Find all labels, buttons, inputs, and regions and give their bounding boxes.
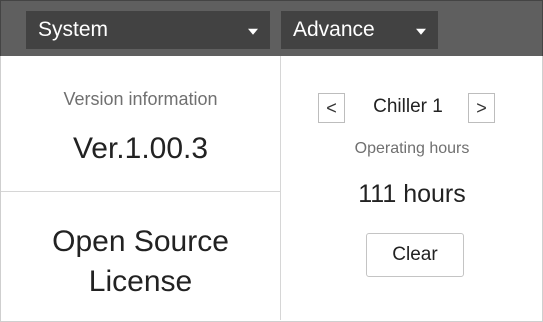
license-line-1: Open Source — [52, 225, 229, 258]
operating-hours-value: 111 hours — [358, 180, 466, 208]
caret-down-icon — [416, 28, 426, 35]
version-section: Version information Ver.1.00.3 — [1, 56, 280, 192]
clear-button[interactable]: Clear — [366, 233, 464, 277]
chevron-right-icon: > — [476, 97, 487, 118]
unit-name: Chiller 1 — [373, 96, 443, 117]
right-panel: < Chiller 1 > Operating hours 111 hours … — [282, 56, 542, 320]
advance-dropdown[interactable]: Advance — [281, 11, 438, 49]
left-panel: Version information Ver.1.00.3 Open Sour… — [1, 56, 281, 320]
version-value: Ver.1.00.3 — [72, 132, 209, 165]
license-line-2: License — [88, 265, 193, 298]
system-dropdown[interactable]: System — [26, 11, 270, 49]
caret-down-icon — [248, 28, 258, 35]
top-bar: System Advance — [0, 0, 543, 56]
next-unit-button[interactable]: > — [468, 93, 495, 123]
main-content: Version information Ver.1.00.3 Open Sour… — [0, 56, 543, 322]
open-source-license-link[interactable]: Open Source License — [1, 222, 280, 302]
chevron-left-icon: < — [326, 97, 337, 118]
operating-hours-label: Operating hours — [354, 140, 470, 157]
advance-dropdown-label: Advance — [293, 18, 375, 41]
system-dropdown-label: System — [38, 18, 109, 41]
version-label: Version information — [63, 89, 218, 109]
previous-unit-button[interactable]: < — [318, 93, 345, 123]
